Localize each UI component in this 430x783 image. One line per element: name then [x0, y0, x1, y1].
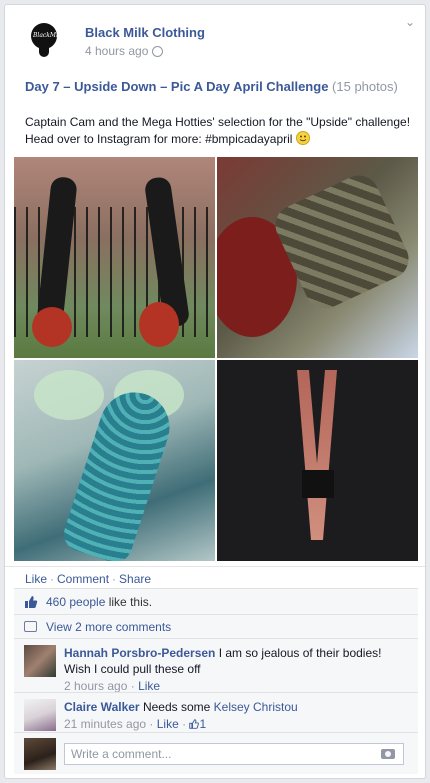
album-title: Day 7 – Upside Down – Pic A Day April Ch…	[25, 78, 405, 96]
view-more-row[interactable]: View 2 more comments	[14, 614, 418, 638]
comment-input[interactable]: Write a comment...	[64, 742, 404, 765]
chevron-down-icon[interactable]: ⌄	[405, 15, 415, 29]
photo-upside-down-lying[interactable]	[217, 157, 418, 358]
camera-icon[interactable]	[381, 748, 395, 759]
comment-like-count[interactable]: 1	[189, 717, 206, 731]
likes-suffix: like this.	[105, 594, 153, 609]
like-count-value: 1	[199, 717, 207, 731]
likes-summary: 460 people like this.	[14, 588, 418, 614]
dot-separator: ·	[149, 717, 154, 731]
caption-text: Captain Cam and the Mega Hotties' select…	[25, 115, 411, 146]
commenter-avatar[interactable]	[24, 645, 56, 677]
page-name-link[interactable]: Black Milk Clothing	[85, 25, 205, 41]
legs-shape	[297, 370, 337, 540]
comment-placeholder: Write a comment...	[71, 746, 172, 761]
divider	[5, 566, 425, 567]
photo-grid	[14, 157, 418, 561]
timestamp-text[interactable]: 4 hours ago	[85, 43, 148, 59]
dot-separator: ·	[50, 572, 55, 586]
share-link[interactable]: Share	[119, 572, 151, 586]
mention-link[interactable]: Kelsey Christou	[214, 700, 298, 714]
hair-shape	[32, 307, 72, 347]
wing-shape	[34, 370, 104, 420]
hair-shape	[139, 302, 179, 347]
photo-count: (15 photos)	[332, 79, 398, 94]
dot-separator: ·	[130, 679, 135, 693]
commenter-name[interactable]: Claire Walker	[64, 700, 140, 714]
smiley-emoji-icon	[295, 131, 310, 145]
commenter-avatar[interactable]	[24, 699, 56, 731]
post-card: ⌄ BlackMilk Black Milk Clothing 4 hours …	[4, 4, 426, 779]
comment-composer: Write a comment...	[14, 732, 418, 774]
comment-item: Hannah Porsbro-Pedersen I am so jealous …	[14, 638, 418, 693]
like-link[interactable]: Like	[25, 572, 47, 586]
comment-link[interactable]: Comment	[57, 572, 109, 586]
likers-link[interactable]: 460 people	[46, 595, 105, 609]
comment-like-link[interactable]: Like	[157, 717, 179, 731]
globe-icon	[152, 45, 164, 57]
post-header: BlackMilk Black Milk Clothing 4 hours ag…	[25, 19, 205, 59]
post-actions: Like · Comment · Share	[25, 572, 151, 586]
comments-section: 460 people like this. View 2 more commen…	[14, 588, 418, 774]
shorts-shape	[302, 470, 334, 498]
dot-separator: ·	[112, 572, 117, 586]
logo-drip	[39, 43, 49, 57]
current-user-avatar	[24, 737, 56, 770]
thumbs-up-icon	[25, 595, 38, 608]
dot-separator: ·	[182, 717, 187, 731]
comment-time[interactable]: 2 hours ago	[64, 679, 127, 693]
album-title-link[interactable]: Day 7 – Upside Down – Pic A Day April Ch…	[25, 79, 328, 94]
comment-text: Needs some	[142, 700, 211, 714]
thumbs-up-icon	[189, 719, 200, 729]
logo-text: BlackMilk	[33, 32, 64, 39]
photo-upside-down-fence[interactable]	[14, 157, 215, 358]
comment-meta: 21 minutes ago · Like · 1	[64, 716, 408, 732]
comment-like-link[interactable]: Like	[138, 679, 160, 693]
page-avatar[interactable]: BlackMilk	[25, 19, 65, 59]
commenter-name[interactable]: Hannah Porsbro-Pedersen	[64, 646, 215, 660]
photo-handstand[interactable]	[217, 360, 418, 561]
post-caption: Captain Cam and the Mega Hotties' select…	[25, 114, 415, 148]
view-more-comments-link[interactable]: View 2 more comments	[46, 620, 171, 634]
post-timestamp: 4 hours ago	[85, 43, 205, 59]
photo-mermaid-legs[interactable]	[14, 360, 215, 561]
comment-time[interactable]: 21 minutes ago	[64, 717, 146, 731]
comment-item: Claire Walker Needs some Kelsey Christou…	[14, 692, 418, 732]
speech-bubble-icon	[24, 621, 37, 632]
